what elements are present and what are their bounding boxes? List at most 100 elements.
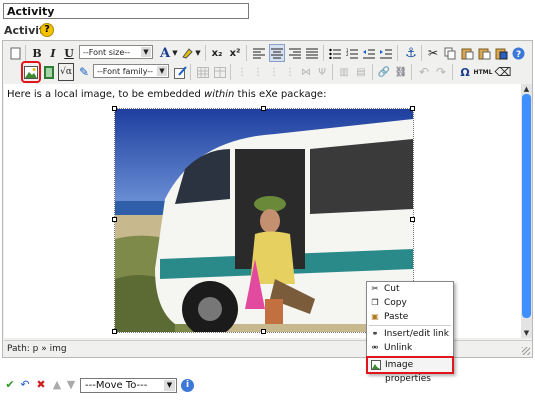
subscript-button[interactable]: x₂	[209, 44, 225, 62]
scroll-down-icon[interactable]: ▼	[521, 328, 532, 338]
move-down-icon[interactable]: ▼	[65, 379, 77, 391]
eraser-icon[interactable]: ⌫	[495, 63, 512, 81]
toolbar-divider	[25, 45, 26, 61]
paste-word-icon[interactable]	[493, 44, 509, 62]
undo-icon[interactable]: ↶	[19, 379, 31, 391]
chevron-down-icon[interactable]: ▼	[194, 44, 202, 62]
highlight-color-icon[interactable]	[179, 44, 195, 62]
menu-item-label: Insert/edit link	[384, 329, 449, 339]
resize-handle[interactable]	[410, 106, 415, 111]
menu-item-label: Paste	[384, 312, 409, 322]
menu-item-label: Image properties	[385, 360, 431, 384]
menu-item-copy[interactable]: ❐ Copy	[367, 296, 453, 310]
table-row-props-icon[interactable]: ▥	[336, 63, 352, 81]
vertical-scrollbar[interactable]: ▲ ▼	[521, 84, 532, 338]
math-formula-icon[interactable]: √α	[58, 63, 74, 81]
menu-item-image-properties[interactable]: Image properties	[366, 356, 454, 384]
toolbar-divider	[230, 64, 231, 80]
resize-handle[interactable]	[112, 106, 117, 111]
bullet-list-icon[interactable]	[327, 44, 343, 62]
resize-handle[interactable]	[112, 329, 117, 334]
paste-icon[interactable]	[459, 44, 475, 62]
menu-divider	[369, 356, 451, 357]
toolbar-divider	[411, 64, 412, 80]
align-center-icon[interactable]	[269, 44, 285, 62]
html-source-button[interactable]: HTML	[474, 63, 493, 81]
chevron-down-icon: ▼	[157, 66, 167, 76]
font-size-select[interactable]: --Font size-- ▼	[79, 45, 153, 59]
paste-icon: ▣	[371, 312, 379, 321]
scissors-icon: ✂	[371, 284, 379, 293]
toolbar-divider	[190, 64, 191, 80]
title-input[interactable]: Activity	[3, 3, 249, 19]
unlink-icon[interactable]: ⛓	[393, 63, 409, 81]
move-to-label: ---Move To---	[85, 380, 148, 391]
toolbar-divider	[246, 45, 247, 61]
chevron-down-icon[interactable]: ▼	[171, 44, 179, 62]
info-icon[interactable]: i	[181, 379, 194, 392]
align-left-icon[interactable]	[251, 44, 267, 62]
menu-item-insert-edit-link[interactable]: ⚭ Insert/edit link	[367, 327, 453, 341]
underline-button[interactable]: U	[61, 44, 77, 62]
menu-item-paste[interactable]: ▣ Paste	[367, 310, 453, 324]
copy-icon: ❐	[371, 298, 379, 307]
delete-col-icon[interactable]: ⋮	[282, 63, 298, 81]
move-to-select[interactable]: ---Move To--- ▼	[80, 378, 177, 393]
copy-icon[interactable]	[442, 44, 458, 62]
font-size-label: --Font size--	[83, 48, 131, 57]
redo-icon[interactable]: ↷	[433, 63, 449, 81]
menu-item-unlink[interactable]: ⚮ Unlink	[367, 341, 453, 355]
numbered-list-icon[interactable]: 12	[344, 44, 360, 62]
scissors-icon[interactable]: ✂	[425, 44, 441, 62]
resize-handle[interactable]	[261, 106, 266, 111]
edit-style-icon[interactable]	[172, 63, 188, 81]
delete-icon[interactable]: ✖	[35, 379, 47, 391]
font-family-label: --Font family--	[97, 67, 154, 76]
link-icon: ⚭	[371, 329, 379, 338]
scrollbar-thumb[interactable]	[522, 94, 531, 318]
split-cells-icon[interactable]: Ψ	[314, 63, 330, 81]
resize-handle[interactable]	[261, 329, 266, 334]
content-paragraph: Here is a local image, to be embedded wi…	[7, 89, 326, 100]
move-up-icon[interactable]: ▲	[51, 379, 63, 391]
resize-handle[interactable]	[112, 217, 117, 222]
bold-button[interactable]: B	[29, 44, 45, 62]
insert-image-button[interactable]	[21, 61, 41, 83]
outdent-icon[interactable]	[361, 44, 377, 62]
checkmark-icon[interactable]: ✔	[4, 379, 16, 391]
resize-handle[interactable]	[410, 217, 415, 222]
table-icon[interactable]	[195, 63, 211, 81]
edit-pen-icon[interactable]: ✎	[76, 63, 92, 81]
insert-row-icon[interactable]: ⋮	[234, 63, 250, 81]
superscript-button[interactable]: x²	[227, 44, 243, 62]
scroll-up-icon[interactable]: ▲	[521, 84, 532, 94]
delete-row-icon[interactable]: ⋮	[250, 63, 266, 81]
toolbar-divider	[372, 64, 373, 80]
font-family-select[interactable]: --Font family-- ▼	[93, 64, 169, 78]
menu-item-label: Copy	[384, 298, 407, 308]
align-justify-icon[interactable]	[304, 44, 320, 62]
table-cell-props-icon[interactable]: ▤	[353, 63, 369, 81]
special-char-button[interactable]: Ω	[457, 63, 473, 81]
chevron-down-icon: ▼	[141, 47, 151, 57]
undo-icon[interactable]: ↶	[416, 63, 432, 81]
insert-media-icon[interactable]	[41, 63, 57, 81]
merge-cells-icon[interactable]: ⋈	[298, 63, 314, 81]
menu-item-cut[interactable]: ✂ Cut	[367, 282, 453, 296]
resize-grip-icon[interactable]	[522, 347, 530, 355]
content-text-after: this eXe package:	[234, 89, 327, 100]
italic-button[interactable]: I	[45, 44, 61, 62]
indent-icon[interactable]	[378, 44, 394, 62]
align-right-icon[interactable]	[287, 44, 303, 62]
table-props-icon[interactable]	[212, 63, 228, 81]
anchor-icon[interactable]: ⚓	[403, 44, 419, 62]
content-text-emphasis: within	[204, 89, 235, 100]
help-circle-icon[interactable]: ?	[510, 44, 526, 62]
new-document-icon[interactable]	[7, 44, 23, 62]
toolbar-divider	[205, 45, 206, 61]
unlink-icon: ⚮	[371, 343, 379, 352]
link-icon[interactable]: 🔗	[376, 63, 392, 81]
help-icon[interactable]: ?	[40, 23, 54, 37]
paste-text-icon[interactable]	[476, 44, 492, 62]
insert-col-icon[interactable]: ⋮	[266, 63, 282, 81]
